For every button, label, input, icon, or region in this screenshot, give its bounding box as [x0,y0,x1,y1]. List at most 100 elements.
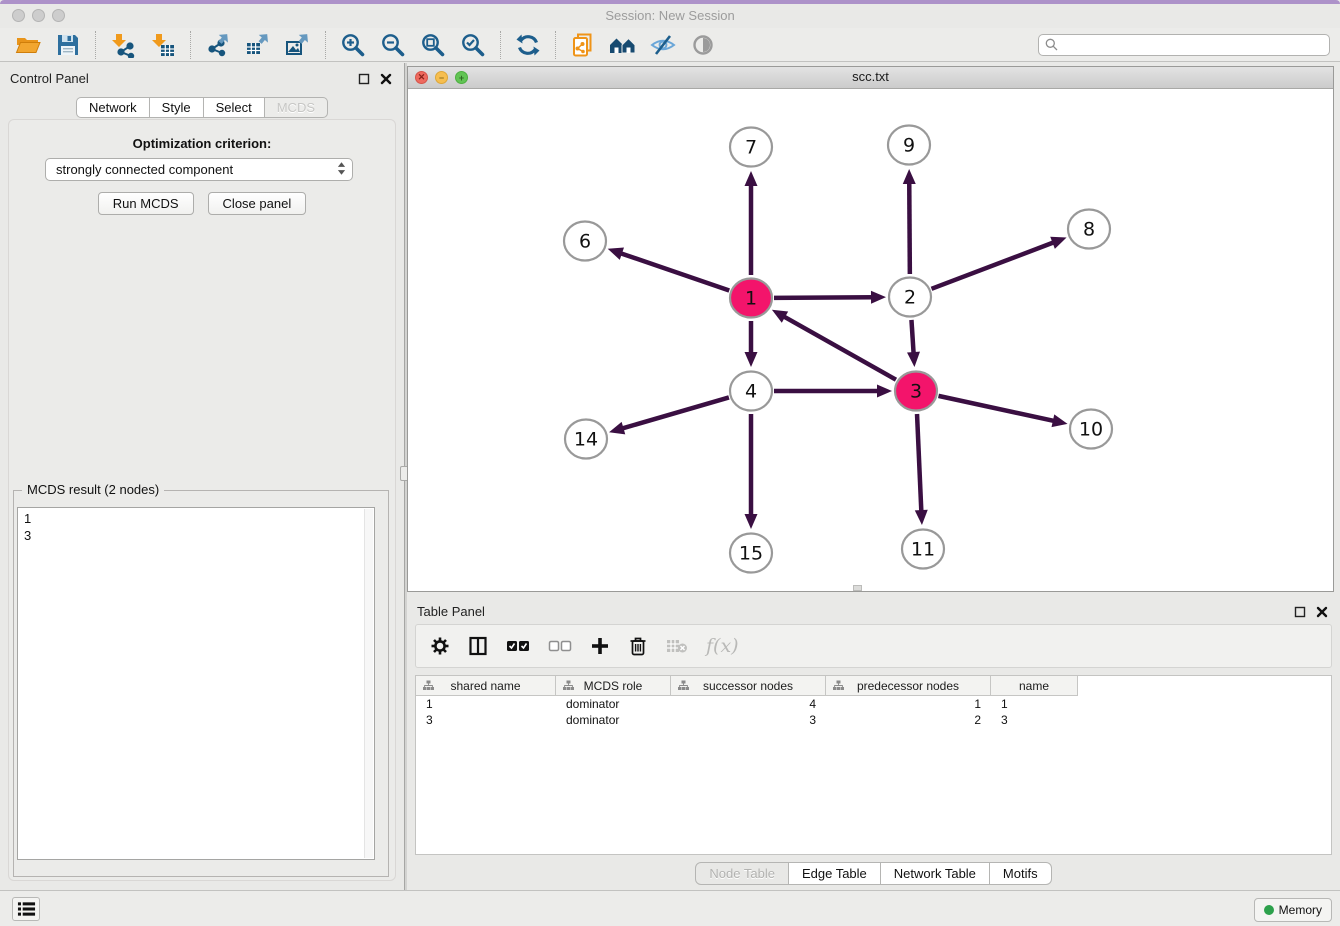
show-eye-icon[interactable] [688,30,718,60]
tab-node-table[interactable]: Node Table [695,862,789,885]
network-view-window: ✕ − + scc.txt 7968124314101511 [407,66,1334,592]
close-table-panel-icon[interactable] [1315,605,1328,618]
export-table-icon[interactable] [243,30,273,60]
graph-edge[interactable] [909,181,910,274]
deselect-all-icon[interactable] [548,639,572,653]
table-cell[interactable]: dominator [556,696,671,712]
main-toolbar [0,28,1340,62]
table-row[interactable]: 1dominator411 [416,696,1331,712]
tab-style[interactable]: Style [150,97,204,118]
export-network-icon[interactable] [203,30,233,60]
task-history-button[interactable] [12,897,40,921]
show-columns-icon[interactable] [468,636,488,656]
delete-column-trash-icon[interactable] [628,635,648,657]
toolbar-separator [555,31,556,59]
add-column-icon[interactable] [590,636,610,656]
criterion-selected-value: strongly connected component [56,162,233,177]
search-field[interactable] [1038,34,1330,56]
table-cell[interactable]: 1 [991,696,1078,712]
network-graph[interactable]: 7968124314101511 [408,89,1333,591]
criterion-select[interactable]: strongly connected component [45,158,353,181]
window-title: Session: New Session [0,8,1340,23]
graph-edge[interactable] [782,316,896,380]
search-input[interactable] [1062,37,1312,52]
zoom-in-icon[interactable] [338,30,368,60]
column-header[interactable]: predecessor nodes [826,676,991,696]
import-network-icon[interactable] [108,30,138,60]
graph-edge[interactable] [917,414,921,513]
float-table-panel-icon[interactable] [1293,605,1306,618]
float-panel-icon[interactable] [357,72,370,85]
status-bar: Memory [0,890,1340,926]
export-image-icon[interactable] [283,30,313,60]
network-canvas[interactable]: 7968124314101511 [408,89,1333,591]
column-header[interactable]: shared name [416,676,556,696]
table-cell[interactable]: 1 [416,696,556,712]
edge-arrowhead [1052,414,1068,427]
table-body[interactable]: 1dominator4113dominator323 [416,696,1331,728]
graph-edge[interactable] [621,397,729,429]
graph-edge[interactable] [932,242,1056,289]
select-all-icon[interactable] [506,639,530,653]
column-header[interactable]: name [991,676,1078,696]
save-session-icon[interactable] [53,30,83,60]
mcds-result-group: MCDS result (2 nodes) 13 [13,490,389,877]
edge-arrowhead [915,510,928,525]
table-tabs: Node Table Edge Table Network Table Moti… [407,862,1340,885]
tab-edge-table[interactable]: Edge Table [789,862,881,885]
open-session-icon[interactable] [13,30,43,60]
table-cell[interactable]: 2 [826,712,991,728]
close-panel-icon[interactable] [379,72,392,85]
table-cell[interactable]: 3 [991,712,1078,728]
memory-button[interactable]: Memory [1254,898,1332,922]
node-label: 15 [739,543,763,565]
table-cell[interactable]: dominator [556,712,671,728]
tab-select[interactable]: Select [204,97,265,118]
mcds-result-list[interactable]: 13 [17,507,375,860]
zoom-selected-icon[interactable] [458,30,488,60]
list-icon [17,901,36,917]
graph-edge[interactable] [619,253,729,291]
graph-edge[interactable] [911,320,913,355]
zoom-fit-icon[interactable] [418,30,448,60]
graph-edge[interactable] [938,396,1055,421]
table-header-row[interactable]: shared nameMCDS rolesuccessor nodesprede… [416,676,1078,696]
table-settings-gear-icon[interactable] [430,636,450,656]
result-list-item[interactable]: 1 [18,510,374,527]
node-label: 10 [1079,419,1103,441]
zoom-out-icon[interactable] [378,30,408,60]
table-cell[interactable]: 1 [826,696,991,712]
toolbar-separator [500,31,501,59]
function-builder-icon: f(x) [706,635,739,657]
column-header[interactable]: successor nodes [671,676,826,696]
close-panel-button[interactable]: Close panel [208,192,307,215]
network-window-titlebar[interactable]: ✕ − + scc.txt [408,67,1333,89]
node-label: 11 [911,539,935,561]
graph-edge[interactable] [774,297,874,298]
result-scrollbar[interactable] [364,509,373,858]
result-list-item[interactable]: 3 [18,527,374,544]
canvas-resize-handle[interactable] [853,585,862,591]
copy-network-icon[interactable] [568,30,598,60]
table-row[interactable]: 3dominator323 [416,712,1331,728]
node-label: 8 [1083,219,1095,241]
node-label: 9 [903,135,915,157]
tab-network[interactable]: Network [76,97,150,118]
hierarchy-icon [563,680,574,691]
edge-arrowhead [907,352,920,367]
node-table[interactable]: shared nameMCDS rolesuccessor nodesprede… [415,675,1332,855]
tab-mcds[interactable]: MCDS [265,97,328,118]
tab-network-table[interactable]: Network Table [881,862,990,885]
run-mcds-button[interactable]: Run MCDS [98,192,194,215]
hide-eye-icon[interactable] [648,30,678,60]
node-label: 4 [745,381,757,403]
table-cell[interactable]: 3 [671,712,826,728]
refresh-layout-icon[interactable] [513,30,543,60]
import-table-icon[interactable] [148,30,178,60]
column-header[interactable]: MCDS role [556,676,671,696]
table-cell[interactable]: 4 [671,696,826,712]
table-cell[interactable]: 3 [416,712,556,728]
control-panel: Control Panel Network Style Select MCDS … [0,63,404,890]
tab-motifs[interactable]: Motifs [990,862,1052,885]
home-icon[interactable] [608,30,638,60]
